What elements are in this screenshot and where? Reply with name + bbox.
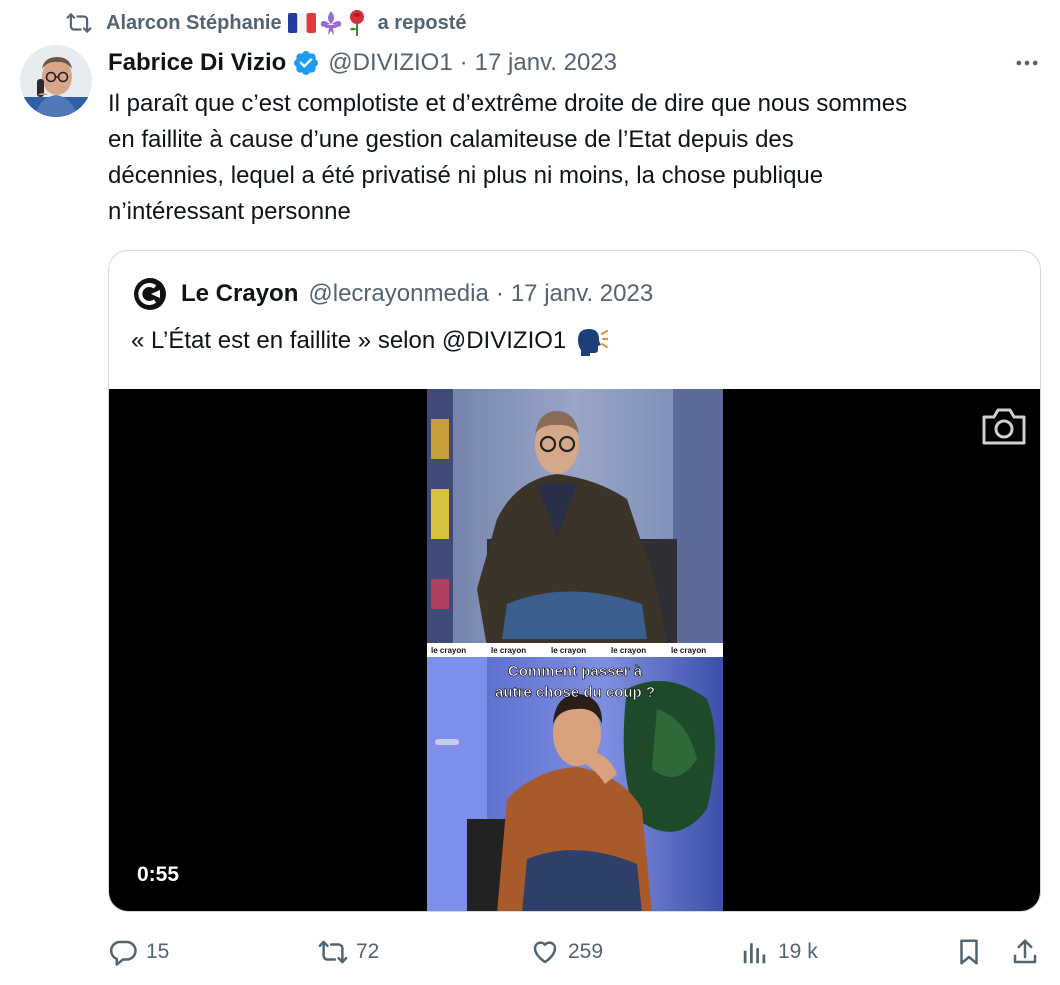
quoted-tweet-header: Le Crayon @lecrayonmedia · 17 janv. 2023 xyxy=(133,277,653,311)
views-count: 19 k xyxy=(778,940,818,963)
reply-count: 15 xyxy=(146,940,170,963)
fleur-de-lis-icon xyxy=(320,11,341,35)
repost-user[interactable]: Alarcon Stéphanie xyxy=(106,12,282,35)
repost-icon xyxy=(318,940,348,964)
share-icon xyxy=(1013,939,1037,964)
quoted-meta-separator: · xyxy=(495,280,504,307)
share-button[interactable] xyxy=(1010,930,1048,974)
heart-icon xyxy=(533,941,557,964)
tweet-text: Il paraît que c’est complotiste et d’ext… xyxy=(108,90,908,225)
video-banner-text: le crayon xyxy=(431,646,466,655)
avatar[interactable] xyxy=(20,45,92,117)
like-count: 259 xyxy=(568,940,604,963)
more-options-icon[interactable] xyxy=(1010,46,1044,80)
tweet-date[interactable]: 17 janv. 2023 xyxy=(475,49,617,77)
quoted-author-handle[interactable]: @lecrayonmedia xyxy=(308,280,488,308)
svg-text:le crayon: le crayon xyxy=(551,646,586,655)
video-caption-line1: Comment passer à xyxy=(508,663,643,680)
author-name[interactable]: Fabrice Di Vizio xyxy=(108,49,286,77)
quoted-tweet-text: « L’État est en faillite » selon @DIVIZI… xyxy=(131,327,567,354)
author-handle[interactable]: @DIVIZIO1 xyxy=(328,49,452,77)
repost-count: 72 xyxy=(356,940,380,963)
repost-button[interactable]: 72 xyxy=(318,930,379,974)
quoted-tweet-text-row: « L’État est en faillite » selon @DIVIZI… xyxy=(131,323,609,359)
svg-text:le crayon: le crayon xyxy=(491,646,526,655)
video-player[interactable]: le crayon le crayon le crayon le crayon … xyxy=(109,389,1040,911)
video-caption-line2: autre chose du coup ? xyxy=(495,684,655,701)
svg-text:le crayon: le crayon xyxy=(611,646,646,655)
reply-button[interactable]: 15 xyxy=(108,930,169,974)
speaking-head-icon xyxy=(578,329,609,356)
views-button[interactable]: 19 k xyxy=(740,930,818,974)
bookmark-button[interactable] xyxy=(954,930,992,974)
like-button[interactable]: 259 xyxy=(530,930,603,974)
repost-header: Alarcon Stéphanie a reposté xyxy=(66,8,467,38)
camera-icon[interactable] xyxy=(980,405,1028,447)
reply-icon xyxy=(109,940,137,966)
repost-label: a reposté xyxy=(377,11,467,34)
verified-badge-icon xyxy=(294,51,319,75)
france-flag-icon xyxy=(287,13,316,33)
bookmark-icon xyxy=(960,939,978,965)
quoted-tweet[interactable]: Le Crayon @lecrayonmedia · 17 janv. 2023… xyxy=(108,250,1041,912)
video-duration: 0:55 xyxy=(137,863,180,886)
quoted-date: 17 janv. 2023 xyxy=(510,280,654,307)
views-chart-icon xyxy=(743,943,766,964)
tweet-header: Fabrice Di Vizio @DIVIZIO1 · 17 janv. 20… xyxy=(108,45,1044,81)
repost-user-emojis xyxy=(287,9,368,37)
action-bar: 15 72 259 19 k xyxy=(108,930,1043,974)
rose-icon xyxy=(349,10,364,36)
quoted-author-name[interactable]: Le Crayon xyxy=(181,280,298,308)
video-frame: le crayon le crayon le crayon le crayon … xyxy=(427,389,723,911)
repost-icon xyxy=(66,13,92,33)
meta-separator: · xyxy=(459,49,468,76)
svg-text:le crayon: le crayon xyxy=(671,646,706,655)
le-crayon-logo-icon[interactable] xyxy=(133,277,167,311)
